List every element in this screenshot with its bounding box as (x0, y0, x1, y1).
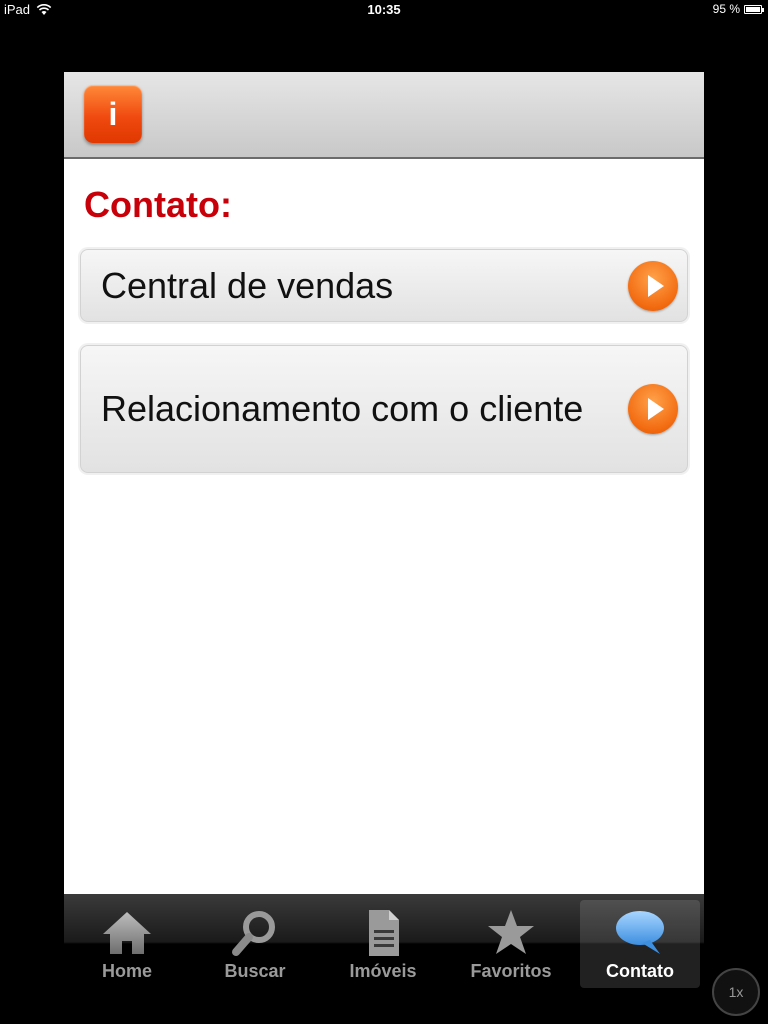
document-icon (369, 910, 399, 956)
tab-label: Home (101, 961, 152, 981)
star-icon (488, 910, 534, 954)
list-item-label: Relacionamento com o cliente (101, 388, 584, 429)
list-item-relacionamento[interactable]: Relacionamento com o cliente (80, 345, 688, 473)
battery-percent: 95 % (712, 2, 740, 16)
status-time: 10:35 (367, 2, 401, 17)
arrow-right-icon[interactable] (628, 260, 678, 311)
tab-bar: Home Buscar Imóveis Favoritos Contato (64, 894, 704, 994)
status-bar: iPad 10:35 95 % (0, 0, 768, 20)
ipad-screen: iPad 10:35 95 % i Contato: Central de ve… (0, 0, 768, 1024)
arrow-right-icon[interactable] (628, 384, 678, 434)
battery-icon (744, 4, 764, 14)
list-item-central-de-vendas[interactable]: Central de vendas (80, 249, 688, 322)
tab-favoritos[interactable]: Favoritos (451, 900, 571, 988)
chat-bubble-icon (616, 911, 664, 954)
app-window: i Contato: Central de vendas Relacioname… (64, 72, 704, 894)
info-icon: i (108, 96, 118, 132)
home-icon (103, 912, 151, 954)
tab-contato[interactable]: Contato (580, 900, 700, 988)
tab-buscar[interactable]: Buscar (195, 900, 315, 988)
tab-imoveis[interactable]: Imóveis (323, 900, 443, 988)
search-icon (232, 911, 275, 956)
tab-label: Favoritos (470, 961, 552, 981)
tab-home[interactable]: Home (67, 900, 187, 988)
status-right: 95 % (712, 2, 764, 16)
list-item-label: Central de vendas (101, 264, 394, 306)
section-title: Contato: (84, 184, 232, 225)
tab-label: Buscar (224, 961, 286, 981)
info-button[interactable]: i (84, 85, 142, 143)
zoom-button[interactable]: 1x (712, 968, 760, 1016)
tab-label: Contato (606, 961, 674, 981)
app-header: i (64, 72, 704, 159)
tab-label: Imóveis (349, 961, 417, 981)
